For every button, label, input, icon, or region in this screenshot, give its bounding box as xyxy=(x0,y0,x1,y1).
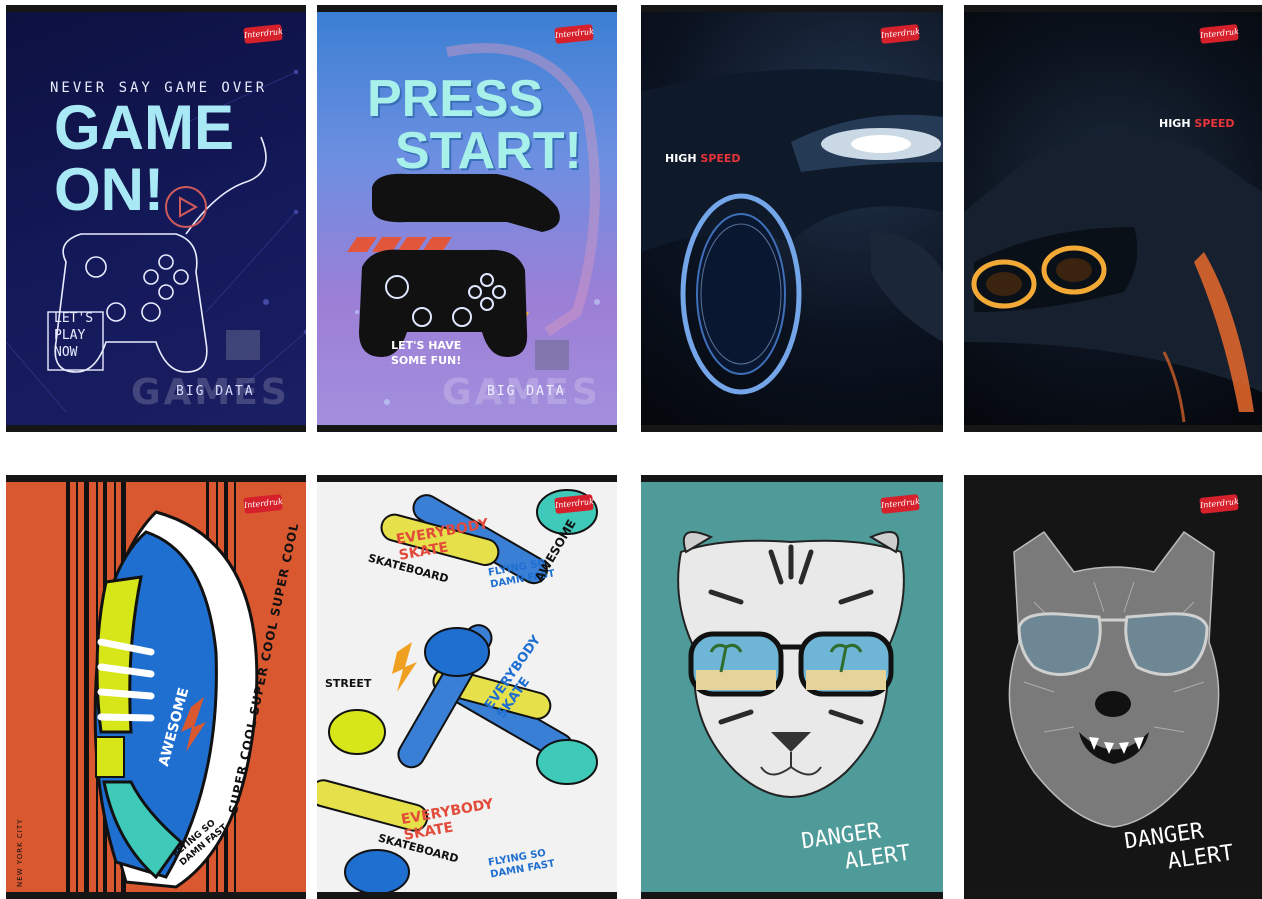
new-york-city-label: NEW YORK CITY xyxy=(16,818,24,887)
cover-press-start: PRESS START! LET'S HAVE SOME FUN! GAMES B… xyxy=(317,5,617,432)
lets-play-now: LET'S PLAY NOW xyxy=(54,311,94,360)
lightning-icon xyxy=(392,642,417,692)
high-speed-label: HIGH SPEED xyxy=(665,152,741,165)
title-line-2: ON! xyxy=(54,156,164,223)
pixel-skull-icon xyxy=(535,340,569,370)
big-data-label: BIG DATA xyxy=(176,384,255,399)
title-line-2: START! xyxy=(395,122,582,180)
street-label: STREET xyxy=(325,677,372,690)
pixel-skull-icon xyxy=(226,330,260,360)
gamepad-top-icon xyxy=(372,173,560,232)
big-data-label: BIG DATA xyxy=(487,384,566,399)
cover-skate-pattern: EVERYBODY SKATE SKATEBOARD FLYING SO DAMN … xyxy=(317,475,617,899)
wolf-head-icon xyxy=(1008,530,1220,828)
cover-high-speed-2: HIGH SPEED Interdruk xyxy=(964,5,1262,432)
car-headlight-artwork xyxy=(641,69,943,395)
title-line-1: GAME xyxy=(54,92,234,163)
title-line-1: PRESS xyxy=(367,70,544,128)
cover-wolf: DANGER ALERT Interdruk xyxy=(964,475,1262,899)
cover-sneaker: AWESOME SUPER COOL SUPER COOL SUPER COOL… xyxy=(6,475,306,899)
lets-have-some-fun: LET'S HAVE SOME FUN! xyxy=(391,339,462,367)
play-circle-icon xyxy=(165,186,207,228)
high-speed-label: HIGH SPEED xyxy=(1159,117,1235,130)
cover-tiger: DANGER ALERT Interdruk xyxy=(641,475,943,899)
car-front-artwork xyxy=(964,134,1262,423)
cover-game-on: NEVER SAY GAME OVER GAME ON! LET'S PLAY NO… xyxy=(6,5,306,432)
red-stripes xyxy=(347,237,452,252)
cover-high-speed-1: HIGH SPEED Interdruk xyxy=(641,5,943,432)
